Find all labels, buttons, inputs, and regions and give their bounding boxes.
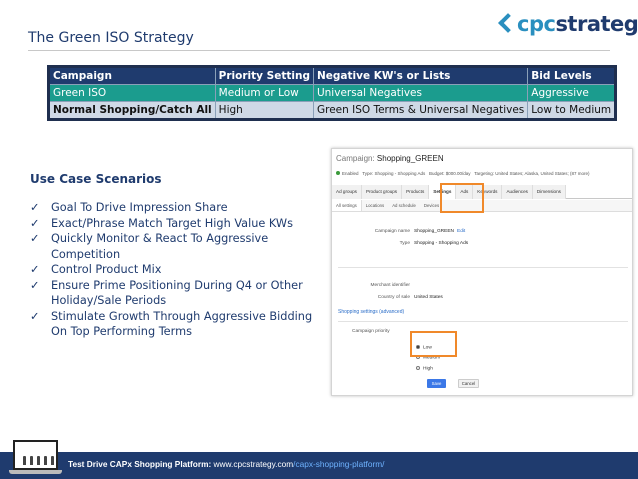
product-icon — [44, 456, 47, 465]
table-cell: High — [214, 101, 314, 120]
list-item-text: Stimulate Growth Through Aggressive Bidd… — [51, 309, 313, 339]
radio-label: High — [423, 366, 433, 372]
footer-link[interactable]: /capx-shopping-platform/ — [293, 459, 384, 469]
logo-cpc: cpc — [517, 12, 556, 36]
checkmark-icon: ✓ — [30, 201, 40, 214]
type-label: Type — [399, 241, 410, 246]
save-button[interactable]: Save — [427, 379, 446, 388]
table-row: Green ISO Medium or Low Universal Negati… — [48, 84, 617, 102]
header-priority-setting: Priority Setting — [214, 66, 314, 85]
header-negative-kws: Negative KW's or Lists — [312, 66, 529, 85]
tab-ad-groups[interactable]: Ad groups — [332, 185, 362, 199]
header-bid-levels: Bid Levels — [527, 66, 617, 85]
product-icon — [23, 456, 26, 465]
section-divider — [338, 267, 628, 268]
footer-text: Test Drive CAPx Shopping Platform: www.c… — [68, 459, 384, 469]
budget-text: Budget: $000.00/day — [429, 171, 471, 176]
type-row: Type Shopping - Shopping Ads — [338, 241, 469, 246]
cpcstrategy-logo: cpcstrategy — [499, 12, 638, 36]
table-row: Normal Shopping/Catch All High Green ISO… — [48, 101, 617, 120]
campaign-label: Campaign: — [336, 154, 375, 163]
table-cell: Medium or Low — [214, 84, 314, 102]
cancel-button[interactable]: Cancel — [458, 379, 479, 388]
table-cell: Green ISO Terms & Universal Negatives — [312, 101, 529, 120]
priority-radio-high[interactable]: High — [416, 366, 433, 371]
list-item: ✓ Goal To Drive Impression Share — [30, 200, 325, 216]
campaign-name: Shopping_GREEN — [376, 154, 444, 163]
campaign-name-value: Shopping_GREEN — [414, 229, 454, 234]
campaign-priority-label: Campaign priority — [352, 329, 390, 334]
tab-products[interactable]: Products — [402, 185, 430, 199]
list-item-text: Control Product Mix — [51, 263, 162, 276]
list-item: ✓ Ensure Prime Positioning During Q4 or O… — [30, 278, 325, 309]
radio-icon — [416, 366, 420, 370]
use-cases-heading: Use Case Scenarios — [30, 172, 162, 186]
section-divider — [338, 321, 628, 322]
header-campaign: Campaign — [48, 66, 216, 85]
checkmark-icon: ✓ — [30, 278, 40, 292]
merchant-row: Merchant identifier — [338, 283, 414, 288]
type-text: Type: Shopping - Shopping Ads — [362, 171, 426, 176]
chevron-logo-icon — [499, 12, 515, 36]
campaign-status-bar: Enabled Type: Shopping - Shopping Ads Bu… — [336, 171, 590, 176]
merchant-label: Merchant identifier — [370, 283, 410, 288]
table-cell: Normal Shopping/Catch All — [48, 101, 216, 120]
slide-title: The Green ISO Strategy — [28, 30, 194, 46]
country-label: Country of sale — [377, 295, 410, 300]
footer-bold-text: Test Drive CAPx Shopping Platform: — [68, 459, 212, 469]
adwords-settings-screenshot: Campaign: Shopping_GREEN Enabled Type: S… — [331, 148, 633, 396]
logo-strategy: strategy — [555, 12, 638, 36]
title-divider — [28, 50, 610, 51]
enabled-status-icon — [336, 171, 340, 175]
list-item: ✓ Control Product Mix — [30, 262, 325, 278]
subtab-ad-schedule[interactable]: Ad schedule — [388, 200, 420, 211]
targeting-text: Targeting: United States; Alaska, United… — [474, 171, 590, 176]
checkmark-icon: ✓ — [30, 309, 40, 323]
tab-dimensions[interactable]: Dimensions — [532, 185, 566, 199]
settings-tab-highlight — [440, 183, 484, 213]
logo-wordmark: cpcstrategy — [517, 12, 638, 36]
list-item-text: Goal To Drive Impression Share — [51, 201, 228, 214]
list-item: ✓ Stimulate Growth Through Aggressive Bid… — [30, 309, 325, 340]
status-text: Enabled — [342, 171, 359, 176]
checkmark-icon: ✓ — [30, 216, 40, 230]
table-cell: Green ISO — [48, 84, 216, 102]
edit-link[interactable]: Edit — [457, 229, 465, 234]
tab-audiences[interactable]: Audiences — [502, 185, 533, 199]
list-item: ✓ Exact/Phrase Match Target High Value KW… — [30, 216, 325, 232]
list-item-text: Exact/Phrase Match Target High Value KWs — [51, 216, 293, 230]
campaign-name-row: Campaign name Shopping_GREEN Edit — [338, 229, 465, 234]
footer-domain[interactable]: www.cpcstrategy.com — [211, 459, 294, 469]
campaign-title: Campaign: Shopping_GREEN — [336, 154, 444, 163]
product-icon — [30, 456, 33, 465]
list-item-text: Quickly Monitor & React To Aggressive Co… — [51, 232, 269, 261]
campaign-strategy-table: Campaign Priority Setting Negative KW's … — [47, 65, 618, 121]
campaign-name-label: Campaign name — [374, 229, 410, 234]
type-value: Shopping - Shopping Ads — [414, 241, 469, 246]
table-cell: Low to Medium — [527, 101, 617, 120]
checkmark-icon: ✓ — [30, 263, 40, 276]
table-cell: Universal Negatives — [312, 84, 529, 102]
product-icon — [37, 456, 40, 465]
use-cases-list: ✓ Goal To Drive Impression Share ✓ Exact/P… — [30, 200, 325, 340]
tab-product-groups[interactable]: Product groups — [361, 185, 403, 199]
product-icon — [51, 456, 54, 465]
checkmark-icon: ✓ — [30, 232, 40, 245]
laptop-screen — [13, 440, 58, 470]
list-item: ✓ Quickly Monitor & React To Aggressive C… — [30, 231, 325, 262]
country-row: Country of sale United States — [338, 295, 443, 300]
table-header-row: Campaign Priority Setting Negative KW's … — [48, 66, 617, 85]
subtab-locations[interactable]: Locations — [362, 200, 388, 211]
list-item-text: Ensure Prime Positioning During Q4 or Ot… — [51, 278, 303, 308]
low-priority-highlight — [410, 331, 457, 357]
table-cell: Aggressive — [527, 84, 617, 102]
laptop-icon — [9, 440, 62, 476]
country-value: United States — [414, 295, 443, 300]
shopping-settings-link[interactable]: Shopping settings (advanced) — [338, 309, 404, 315]
laptop-base — [9, 470, 62, 474]
subtab-all-settings[interactable]: All settings — [332, 200, 362, 211]
